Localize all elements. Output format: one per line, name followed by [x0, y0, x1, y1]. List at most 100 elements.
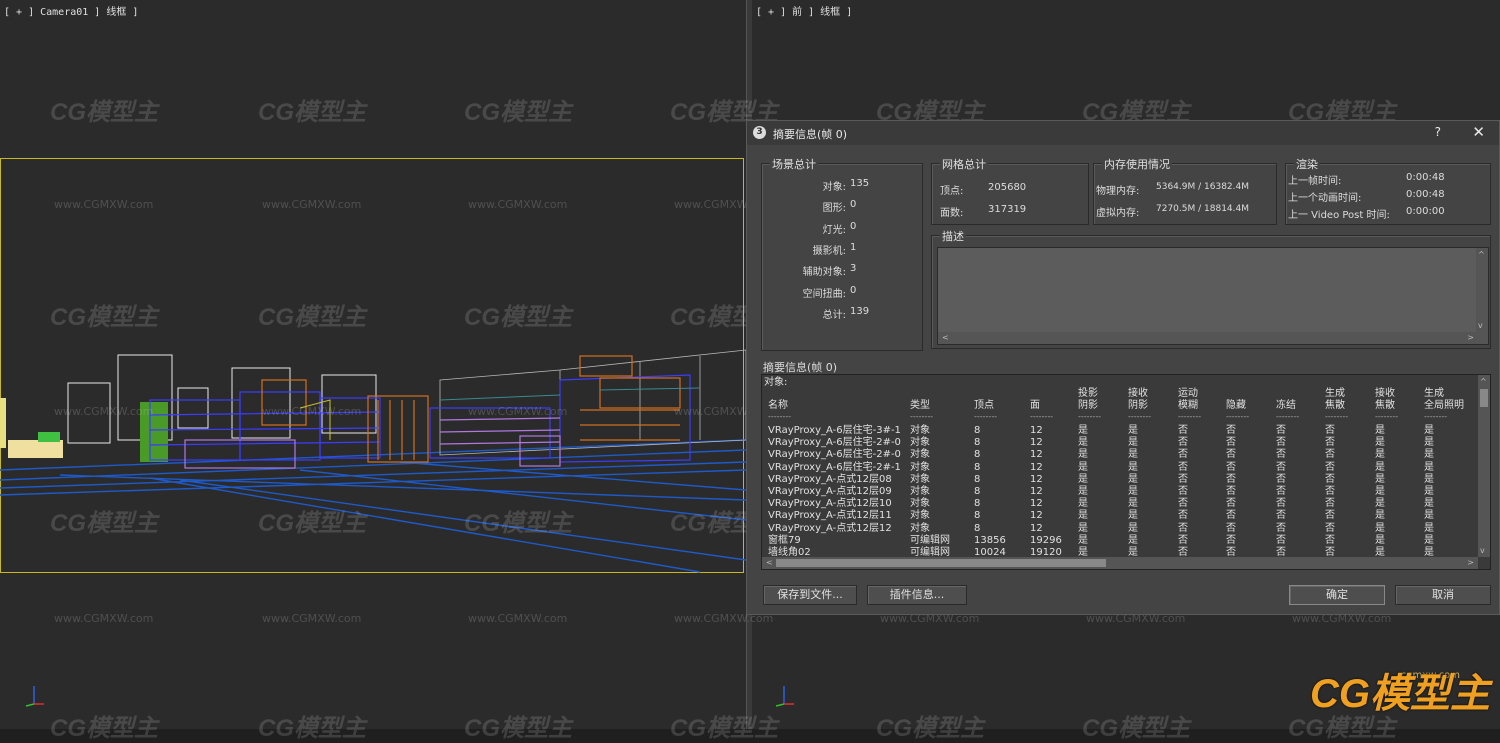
column-header[interactable]: 阴影 — [1128, 400, 1148, 412]
table-cell: 是 — [1128, 498, 1138, 510]
table-cell: 12 — [1030, 473, 1043, 485]
physical-memory-label: 物理内存: — [1096, 186, 1140, 197]
camera-viewport[interactable]: [ + ] Camera01 ] 线框 ] — [0, 0, 746, 729]
table-cell: 是 — [1128, 473, 1138, 485]
objects-label: 对象: — [764, 377, 788, 388]
virtual-memory-value: 7270.5M / 18814.4M — [1156, 204, 1249, 214]
row-name-cell: VRayProxy_A-点式12层08 — [768, 473, 892, 485]
table-cell: 否 — [1325, 534, 1335, 546]
table-cell: 是 — [1078, 461, 1088, 473]
ok-button[interactable]: 确定 — [1289, 585, 1385, 605]
table-cell: 8 — [974, 522, 981, 534]
scroll-right-icon[interactable]: > — [1467, 333, 1474, 342]
table-cell: 是 — [1424, 449, 1434, 461]
close-button[interactable]: ✕ — [1472, 123, 1485, 141]
horizontal-scrollbar[interactable]: < > — [762, 557, 1478, 569]
scene-total-label: 辅助对象: — [802, 267, 846, 279]
column-header[interactable]: 面 — [1030, 400, 1040, 412]
column-header[interactable]: 焦散 — [1325, 400, 1345, 412]
save-to-file-button[interactable]: 保存到文件... — [763, 585, 857, 605]
summary-table[interactable]: 对象: 名称 -------- 类型 -------- 顶点 -------- 面 -----… — [761, 374, 1491, 570]
help-button[interactable]: ? — [1435, 125, 1441, 139]
table-cell: 是 — [1375, 510, 1385, 522]
column-separator: -------- — [1375, 412, 1399, 421]
column-header[interactable]: 冻结 — [1276, 400, 1296, 412]
column-separator: -------- — [1128, 412, 1152, 421]
scene-total-label: 摄影机: — [812, 245, 846, 257]
group-title: 网格总计 — [940, 156, 988, 172]
table-cell: 是 — [1128, 461, 1138, 473]
vertex-value: 205680 — [988, 182, 1027, 193]
scroll-right-icon[interactable]: > — [1467, 558, 1474, 567]
physical-memory-value: 5364.9M / 16382.4M — [1156, 182, 1249, 192]
dialog-titlebar[interactable]: 3 摘要信息(帧 0) ? ✕ — [747, 121, 1499, 145]
scene-total-value: 0 — [850, 199, 857, 211]
table-cell: 对象 — [910, 510, 930, 522]
table-cell: 对象 — [910, 486, 930, 497]
column-header[interactable]: 类型 — [910, 400, 930, 412]
row-name-cell: VRayProxy_A-点式12层09 — [768, 486, 892, 497]
table-cell: 否 — [1178, 522, 1188, 534]
render-group: 渲染 上一帧时间: 0:00:48 上一个动画时间: 0:00:48 上一 Vi… — [1285, 156, 1491, 225]
vertical-scrollbar[interactable]: ^ v — [1478, 375, 1490, 557]
scene-total-value: 0 — [850, 284, 857, 296]
table-cell: 是 — [1424, 534, 1434, 546]
row-name-cell: VRayProxy_A-6层住宅-2#-0 — [768, 437, 901, 449]
table-cell: 是 — [1375, 498, 1385, 510]
table-cell: 12 — [1030, 486, 1043, 497]
table-cell: 是 — [1078, 522, 1088, 534]
table-cell: 否 — [1276, 510, 1286, 522]
scene-totals-group: 场景总计 对象: 135 图形: 0 灯光: 0 摄影机: 1 辅助对象: 3 空间扭曲: 0 总计: 1… — [761, 156, 923, 351]
viewport-label[interactable]: [ + ] 前 ] 线框 ] — [756, 3, 852, 18]
row-name-cell: VRayProxy_A-点式12层11 — [768, 510, 892, 522]
table-cell: 13856 — [974, 534, 1006, 546]
column-header[interactable]: 焦散 — [1375, 400, 1395, 412]
table-cell: 否 — [1226, 486, 1236, 497]
table-cell: 否 — [1226, 473, 1236, 485]
table-cell: 12 — [1030, 425, 1043, 436]
scroll-down-icon[interactable]: v — [1478, 321, 1483, 330]
scroll-thumb[interactable] — [776, 559, 1106, 567]
table-cell: 是 — [1128, 425, 1138, 436]
table-cell: 是 — [1375, 461, 1385, 473]
scene-total-label: 总计: — [822, 309, 846, 321]
table-cell: 否 — [1178, 449, 1188, 461]
table-cell: 12 — [1030, 498, 1043, 510]
table-cell: 12 — [1030, 522, 1043, 534]
vertical-scrollbar[interactable]: ^ v — [1476, 248, 1488, 344]
cancel-button[interactable]: 取消 — [1395, 585, 1491, 605]
video-post-value: 0:00:00 — [1406, 206, 1445, 217]
table-cell: 对象 — [910, 449, 930, 461]
scroll-down-icon[interactable]: v — [1480, 546, 1485, 555]
scroll-left-icon[interactable]: < — [942, 333, 949, 342]
column-header[interactable]: 模糊 — [1178, 400, 1198, 412]
column-header[interactable]: 全局照明 — [1424, 400, 1464, 412]
horizontal-scrollbar[interactable]: < > — [938, 332, 1478, 344]
column-header[interactable]: 阴影 — [1078, 400, 1098, 412]
column-header-line1: 接收 — [1128, 388, 1148, 399]
scroll-up-icon[interactable]: ^ — [1480, 377, 1487, 386]
table-cell: 是 — [1078, 425, 1088, 436]
wireframe-scene — [0, 349, 746, 573]
last-frame-value: 0:00:48 — [1406, 172, 1445, 183]
table-cell: 否 — [1276, 534, 1286, 546]
table-cell: 否 — [1325, 437, 1335, 449]
column-header[interactable]: 名称 — [768, 400, 788, 412]
table-cell: 8 — [974, 486, 981, 497]
table-cell: 否 — [1226, 534, 1236, 546]
table-cell: 8 — [974, 425, 981, 436]
column-separator: -------- — [1325, 412, 1349, 421]
table-cell: 是 — [1128, 437, 1138, 449]
scroll-thumb[interactable] — [1480, 389, 1488, 407]
table-cell: 是 — [1424, 498, 1434, 510]
table-cell: 否 — [1325, 510, 1335, 522]
description-textarea[interactable]: ^ v < > — [937, 247, 1489, 345]
column-header[interactable]: 顶点 — [974, 400, 994, 412]
table-cell: 否 — [1276, 473, 1286, 485]
plugin-info-button[interactable]: 插件信息... — [867, 585, 967, 605]
table-cell: 否 — [1226, 522, 1236, 534]
column-separator: -------- — [974, 412, 998, 421]
scroll-left-icon[interactable]: < — [766, 558, 773, 567]
scroll-up-icon[interactable]: ^ — [1478, 250, 1485, 259]
column-header[interactable]: 隐藏 — [1226, 400, 1246, 412]
